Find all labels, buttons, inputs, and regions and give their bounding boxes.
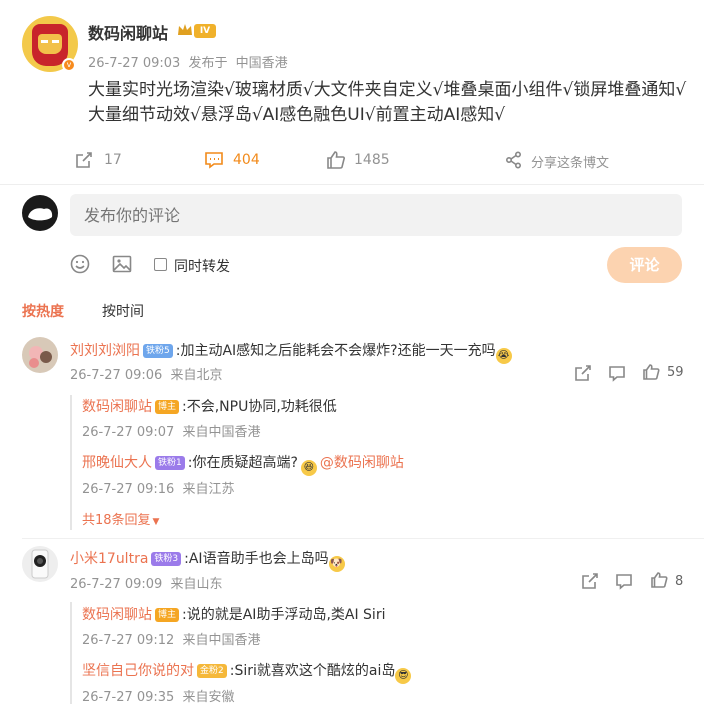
share-icon[interactable] — [505, 151, 523, 169]
reply-text: :你在质疑超高端? — [187, 455, 298, 471]
reply-meta: 26-7-27 09:16 来自江苏 — [82, 478, 235, 497]
doge-emoji-icon: 🐶 — [328, 556, 345, 572]
chevron-down-icon: ▼ — [152, 517, 160, 527]
verified-badge-icon: v — [62, 58, 76, 72]
comment-icon[interactable] — [615, 572, 633, 590]
reply-location: 来自中国香港 — [182, 425, 261, 440]
level-badge: IV — [194, 24, 216, 38]
reply-time: 26-7-27 09:07 — [82, 425, 175, 440]
comment-like-count[interactable]: 59 — [667, 365, 684, 380]
reply-meta: 26-7-27 09:07 来自中国香港 — [82, 421, 261, 440]
comment-line: 刘刘刘浏阳 铁粉5:加主动AI感知之后能耗会不会爆炸?还能一天一充吗 😭 — [70, 340, 512, 364]
commenter-avatar[interactable] — [22, 546, 58, 582]
my-avatar[interactable] — [22, 195, 58, 231]
divider — [22, 538, 704, 539]
reply-time: 26-7-27 09:35 — [82, 690, 175, 705]
reply-author[interactable]: 数码闲聊站 — [82, 607, 152, 623]
repost-icon[interactable] — [581, 572, 599, 590]
comment-meta: 26-7-27 09:06 来自北京 — [70, 364, 223, 383]
crown-icon — [176, 22, 194, 38]
commenter-name[interactable]: 小米17ultra — [70, 551, 148, 567]
image-icon[interactable] — [112, 254, 132, 274]
reply-meta: 26-7-27 09:12 来自中国香港 — [82, 629, 261, 648]
comment-text: :AI语音助手也会上岛吗 — [184, 551, 329, 567]
repost-icon[interactable] — [574, 364, 592, 382]
comment-meta: 26-7-27 09:09 来自山东 — [70, 573, 223, 592]
comment-time: 26-7-27 09:09 — [70, 577, 163, 592]
post-source: 中国香港 — [235, 56, 288, 71]
comment-icon[interactable] — [608, 364, 626, 382]
post-time[interactable]: 26-7-27 09:03 — [88, 56, 180, 71]
more-replies-label[interactable]: 共18条回复 — [82, 513, 151, 528]
repost-checkbox-label[interactable]: 同时转发 — [174, 256, 230, 276]
post-source-prefix: 发布于 — [188, 56, 228, 71]
reply-author[interactable]: 数码闲聊站 — [82, 399, 152, 415]
comment-time: 26-7-27 09:06 — [70, 368, 163, 383]
author-name[interactable]: 数码闲聊站 — [88, 20, 168, 44]
comment-like-count[interactable]: 8 — [675, 574, 683, 589]
repost-count[interactable]: 17 — [104, 152, 122, 168]
reply-meta: 26-7-27 09:35 来自安徽 — [82, 686, 235, 705]
post-meta: 26-7-27 09:03 发布于 中国香港 — [88, 52, 288, 71]
like-icon[interactable] — [326, 150, 346, 170]
reply-thread-line — [70, 395, 72, 530]
like-icon[interactable] — [642, 363, 660, 381]
divider — [0, 184, 704, 185]
fan-badge: 铁粉5 — [143, 344, 173, 358]
reply-text: :Siri就喜欢这个酷炫的ai岛 — [229, 663, 396, 679]
comment-count[interactable]: 404 — [233, 152, 260, 168]
reply-author[interactable]: 坚信自己你说的对 — [82, 663, 194, 679]
comment-input-field[interactable] — [70, 194, 682, 236]
like-count[interactable]: 1485 — [354, 152, 390, 168]
reply-text: :说的就是AI助手浮动岛,类AI Siri — [182, 607, 386, 623]
post-content-line: 大量实时光场渲染√玻璃材质√大文件夹自定义√堆叠桌面小组件√锁屏堆叠通知√ — [88, 80, 687, 100]
repost-checkbox[interactable] — [154, 258, 167, 271]
fan-badge: 铁粉1 — [155, 456, 185, 470]
commenter-name[interactable]: 刘刘刘浏阳 — [70, 343, 140, 359]
repost-icon[interactable] — [74, 150, 94, 170]
commenter-avatar[interactable] — [22, 337, 58, 373]
comment-line: 小米17ultra 铁粉3:AI语音助手也会上岛吗 🐶 — [70, 548, 345, 572]
reply-thread-line — [70, 602, 72, 704]
comment-location: 来自山东 — [170, 577, 223, 592]
post-content-line: 大量细节动效√悬浮岛√AI感色融色UI√前置主动AI感知√ — [88, 105, 506, 125]
reply-line: 邢晚仙大人 铁粉1:你在质疑超高端? 😆 @数码闲聊站 — [82, 452, 404, 476]
tab-sort-time[interactable]: 按时间 — [102, 301, 144, 321]
mention-link[interactable]: @数码闲聊站 — [320, 455, 404, 471]
reply-time: 26-7-27 09:16 — [82, 482, 175, 497]
reply-location: 来自安徽 — [182, 690, 235, 705]
comment-location: 来自北京 — [170, 368, 223, 383]
like-icon[interactable] — [650, 571, 668, 589]
reply-line: 数码闲聊站 博主:不会,NPU协同,功耗很低 — [82, 396, 337, 416]
fan-badge: 铁粉3 — [151, 552, 182, 566]
tab-sort-hot[interactable]: 按热度 — [22, 301, 64, 321]
reply-location: 来自中国香港 — [182, 633, 261, 648]
submit-comment-button[interactable]: 评论 — [607, 247, 682, 283]
crying-emoji-icon: 😭 — [495, 348, 512, 364]
blogger-badge: 博主 — [155, 400, 180, 414]
comment-text: :加主动AI感知之后能耗会不会爆炸?还能一天一充吗 — [175, 343, 496, 359]
reply-line: 坚信自己你说的对 金粉2:Siri就喜欢这个酷炫的ai岛 😎 — [82, 660, 412, 684]
gold-fan-badge: 金粉2 — [197, 664, 227, 678]
more-replies-link[interactable]: 共18条回复 ▼ — [82, 509, 159, 528]
comment-input[interactable] — [70, 194, 682, 236]
reply-location: 来自江苏 — [182, 482, 235, 497]
reply-line: 数码闲聊站 博主:说的就是AI助手浮动岛,类AI Siri — [82, 604, 385, 624]
cool-emoji-icon: 😎 — [395, 668, 412, 684]
reply-time: 26-7-27 09:12 — [82, 633, 175, 648]
laughing-emoji-icon: 😆 — [300, 460, 317, 476]
share-label[interactable]: 分享这条博文 — [531, 152, 609, 171]
emoji-icon[interactable] — [70, 254, 90, 274]
post-content: 大量实时光场渲染√玻璃材质√大文件夹自定义√堆叠桌面小组件√锁屏堆叠通知√ 大量… — [88, 78, 698, 128]
reply-author[interactable]: 邢晚仙大人 — [82, 455, 152, 471]
reply-text: :不会,NPU协同,功耗很低 — [182, 399, 337, 415]
blogger-badge: 博主 — [155, 608, 180, 622]
comment-icon[interactable] — [204, 150, 224, 170]
